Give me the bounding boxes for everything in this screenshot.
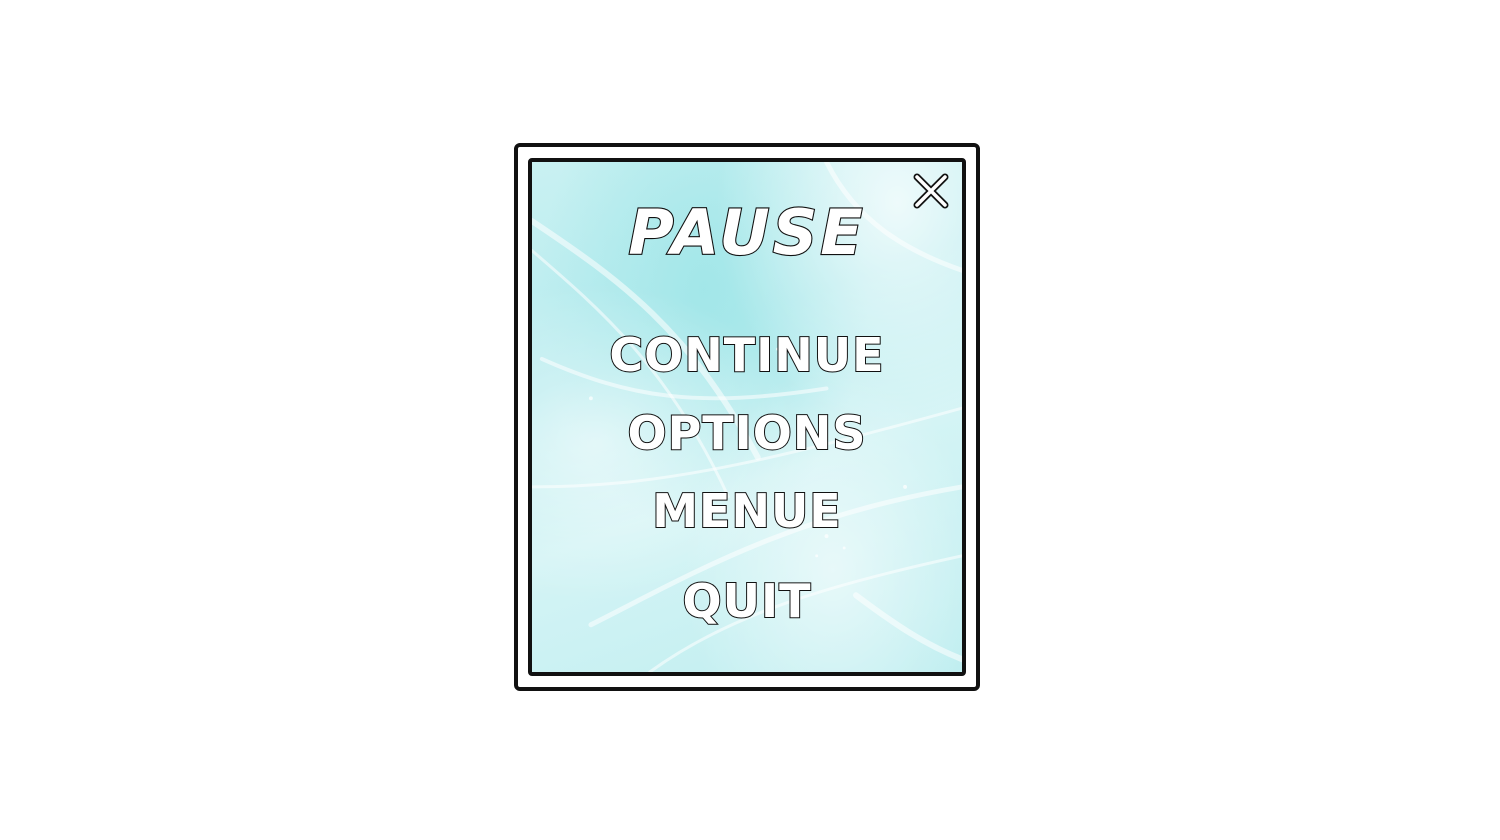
quit-button[interactable]: QUIT: [532, 573, 962, 629]
main-menu-button[interactable]: MENUE: [532, 483, 962, 539]
pause-dialog-panel: PAUSE CONTINUE OPTIONS MENUE QUIT: [528, 158, 966, 676]
game-screen: PAUSE CONTINUE OPTIONS MENUE QUIT: [0, 0, 1500, 840]
pause-title: PAUSE: [627, 195, 866, 270]
options-button[interactable]: OPTIONS: [532, 405, 962, 461]
continue-button[interactable]: CONTINUE: [532, 327, 962, 383]
pause-dialog-frame: PAUSE CONTINUE OPTIONS MENUE QUIT: [514, 143, 980, 691]
